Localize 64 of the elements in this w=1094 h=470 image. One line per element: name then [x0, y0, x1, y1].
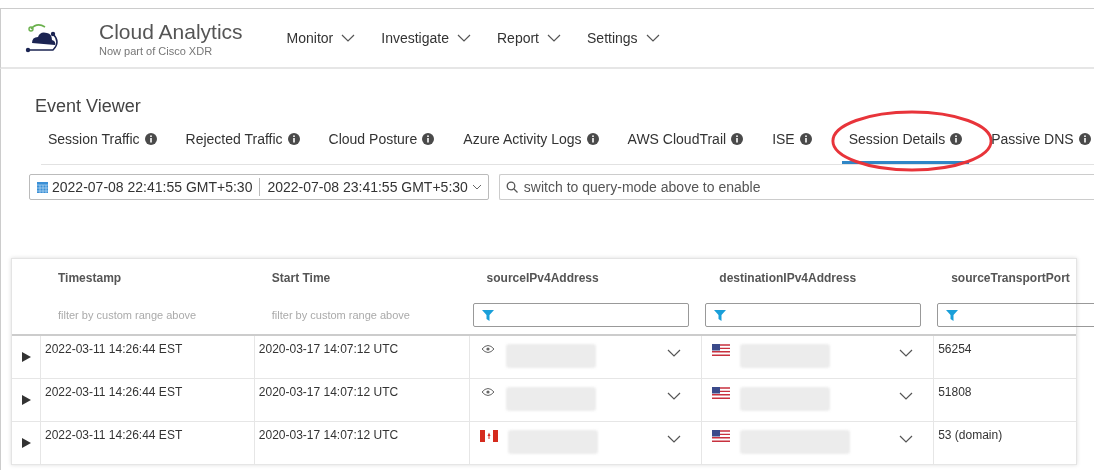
app-subtitle: Now part of Cisco XDR — [99, 44, 214, 57]
info-icon — [731, 133, 744, 145]
expand-row-icon[interactable] — [21, 438, 31, 448]
chevron-down-icon[interactable] — [667, 349, 682, 357]
table-cell: 51808 — [938, 385, 972, 399]
info-icon — [799, 133, 812, 145]
table-cell: 2022-03-11 14:26:44 EST — [45, 385, 183, 399]
info-icon — [950, 133, 963, 145]
column-header[interactable]: Timestamp — [58, 270, 122, 285]
info-icon — [422, 133, 435, 145]
menu-item[interactable]: Monitor — [284, 28, 358, 48]
search-icon — [505, 181, 518, 193]
info-icon — [586, 133, 599, 145]
chevron-down-icon[interactable] — [667, 392, 682, 400]
tab[interactable]: Rejected Traffic — [178, 131, 307, 164]
page-title: Event Viewer — [34, 95, 142, 117]
chevron-down-icon[interactable] — [899, 349, 914, 357]
info-icon — [287, 133, 300, 145]
menu-item[interactable]: Settings — [585, 28, 662, 48]
column-header[interactable]: Start Time — [271, 270, 331, 285]
chevron-down-icon[interactable] — [899, 392, 914, 400]
filter-field[interactable] — [937, 303, 1094, 327]
column-header[interactable]: sourceTransportPort — [951, 270, 1070, 285]
chevron-down-icon — [457, 34, 471, 42]
tab[interactable]: Passive DNS — [984, 131, 1094, 164]
table-cell: 2022-03-11 14:26:44 EST — [45, 342, 183, 356]
chevron-down-icon[interactable] — [899, 435, 914, 443]
table-cell: 53 (domain) — [938, 428, 1003, 442]
filter-hint: filter by custom range above — [58, 309, 197, 321]
filter-hint: filter by custom range above — [271, 309, 410, 321]
tab[interactable]: Azure Activity Logs — [456, 131, 606, 164]
column-header[interactable]: destinationIPv4Address — [719, 270, 857, 285]
table-cell: 2020-03-17 14:07:12 UTC — [258, 385, 399, 399]
date-range-picker[interactable]: 2022-07-08 22:41:55 GMT+5:30 2022-07-08 23:41:55 GMT+5:30 — [29, 174, 489, 200]
menu-item[interactable]: Report — [495, 28, 563, 48]
info-icon — [1078, 133, 1091, 145]
tab[interactable]: Session Traffic — [41, 131, 164, 164]
expand-row-icon[interactable] — [21, 395, 31, 405]
expand-row-icon[interactable] — [21, 352, 31, 362]
start-date: 2022-07-08 22:41:55 GMT+5:30 — [52, 179, 253, 195]
table-cell: 2020-03-17 14:07:12 UTC — [258, 428, 399, 442]
filter-icon — [946, 309, 958, 321]
chevron-down-icon — [341, 34, 356, 42]
search-field[interactable]: switch to query-mode above to enable — [498, 174, 1094, 200]
filter-field[interactable] — [472, 303, 689, 327]
tab[interactable]: Cloud Posture — [321, 131, 442, 164]
chevron-down-icon[interactable] — [667, 435, 682, 443]
menu-item[interactable]: Investigate — [379, 28, 473, 48]
tab[interactable]: AWS CloudTrail — [620, 131, 751, 164]
calendar-icon — [37, 181, 48, 193]
table-cell: 2020-03-17 14:07:12 UTC — [258, 342, 399, 356]
tab[interactable]: ISE — [765, 131, 819, 164]
chevron-down-icon — [547, 34, 561, 42]
app-title: Cloud Analytics — [99, 19, 243, 44]
table-cell: 2022-03-11 14:26:44 EST — [45, 428, 183, 442]
chevron-down-icon — [645, 34, 660, 42]
filter-icon — [481, 309, 494, 321]
filter-field[interactable] — [705, 303, 922, 327]
column-header[interactable]: sourceIPv4Address — [486, 270, 599, 285]
filter-icon — [714, 309, 727, 321]
end-date: 2022-07-08 23:41:55 GMT+5:30 — [267, 179, 468, 195]
table-cell: 56254 — [938, 342, 972, 356]
chevron-down-icon — [471, 184, 482, 190]
info-icon — [144, 133, 157, 145]
